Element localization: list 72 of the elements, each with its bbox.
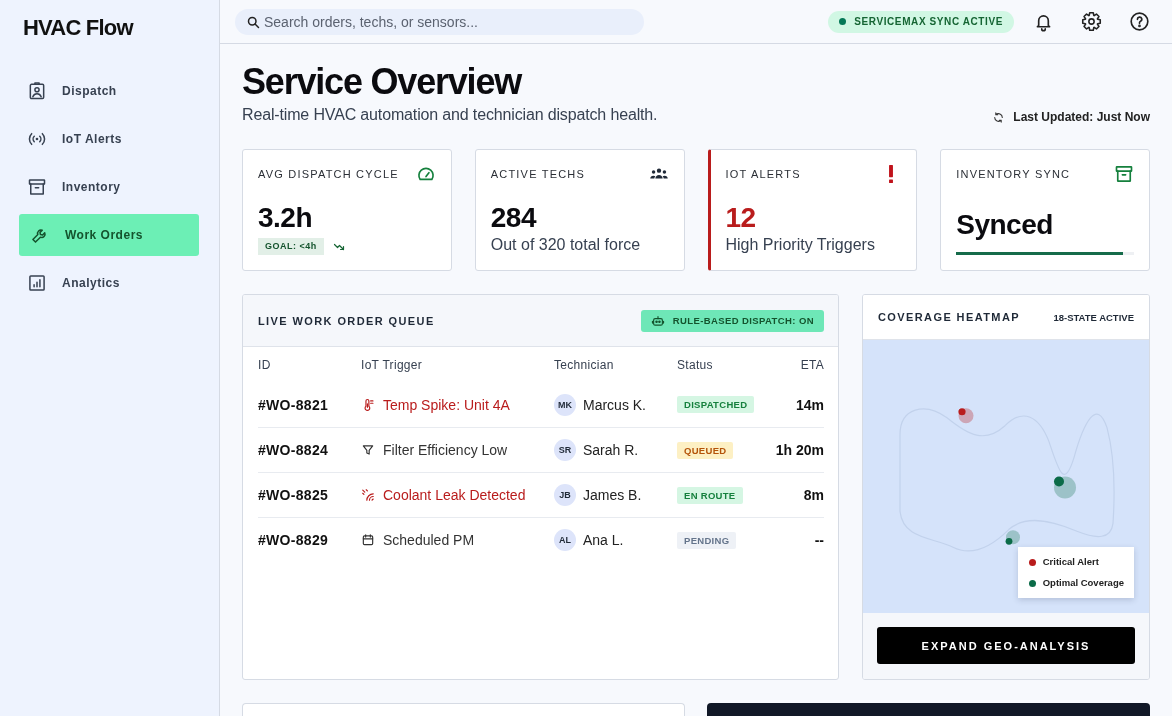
column-header: ETA	[799, 357, 824, 372]
table-cell-text: #WO-8821	[258, 396, 330, 413]
stat-value: Synced	[956, 208, 1053, 242]
legend-label: Optimal Coverage	[1042, 577, 1124, 589]
trigger-text: Filter Efficiency Low	[383, 442, 508, 458]
stat-value: 284	[490, 201, 536, 235]
table-cell-text: 8m	[802, 487, 824, 503]
table-cell-text: #WO-8825	[258, 487, 330, 503]
status-badge: PENDING	[677, 531, 737, 549]
section-title: LIVE WORK ORDER QUEUE	[258, 314, 435, 327]
stat-caption: Out of 320 total force	[490, 235, 641, 255]
expand-button[interactable]: EXPAND GEO-ANALYSIS	[877, 627, 1135, 664]
table-cell-text: #WO-8829	[258, 532, 330, 548]
stat-value: 3.2h	[258, 201, 313, 235]
technician-name: Sarah R.	[583, 442, 639, 458]
nav-item[interactable]: IoT Alerts	[19, 118, 199, 160]
funnel-icon	[361, 443, 375, 457]
refresh-icon	[992, 110, 1006, 124]
legend-label: Critical Alert	[1042, 556, 1099, 568]
archive-box-icon	[27, 177, 47, 197]
table-cell-text: #WO-8824	[258, 442, 330, 458]
trigger-text: Scheduled PM	[383, 532, 475, 548]
badge-text: RULE-BASED DISPATCH: ON	[672, 315, 814, 326]
table-cell-text: 1h 20m	[774, 442, 824, 458]
coverage-count-text: 18-STATE ACTIVE	[1053, 311, 1134, 323]
trigger-text: Coolant Leak Detected	[383, 487, 526, 503]
column-header: IoT Trigger	[361, 357, 424, 372]
page-subtitle: Real-time HVAC automation and technician dispatch health.	[242, 105, 658, 125]
search-field[interactable]: Search orders, techs, or sensors...	[235, 8, 644, 35]
page-title: Service Overview	[242, 62, 523, 102]
archive-box-icon	[1114, 164, 1134, 184]
status-badge: DISPATCHED	[677, 396, 755, 413]
search-icon	[246, 14, 261, 30]
status-dot-icon	[839, 18, 847, 25]
id-badge-icon	[27, 81, 47, 101]
nav-item[interactable]: Dispatch	[19, 70, 199, 112]
nav-item[interactable]: Analytics	[19, 262, 199, 304]
settings-icon	[1080, 11, 1102, 32]
stat-caption: High Priority Triggers	[725, 235, 875, 255]
status-badge: QUEUED	[677, 441, 734, 459]
status-badge: EN ROUTE	[677, 486, 743, 504]
trigger-text: Temp Spike: Unit 4A	[383, 396, 510, 413]
stat-label: ACTIVE TECHS	[490, 168, 586, 180]
technician-name: Ana L.	[583, 532, 624, 548]
last-updated-text: Last Updated: Just Now	[1013, 109, 1150, 125]
exclamation-icon	[889, 165, 894, 183]
column-header: Technician	[554, 357, 615, 372]
stat-label: INVENTORY SYNC	[956, 168, 1071, 180]
calendar-icon	[361, 533, 375, 547]
nav-item[interactable]: Work Orders	[19, 214, 199, 256]
column-header: Status	[677, 357, 714, 372]
section-title: COVERAGE HEATMAP	[878, 311, 1020, 323]
stat-value: 12	[725, 201, 756, 235]
table-cell-text: 14m	[794, 396, 824, 413]
column-header: ID	[258, 357, 272, 372]
sync-status-text: SERVICEMAX SYNC ACTIVE	[854, 16, 1003, 27]
help-icon	[1128, 11, 1150, 32]
avatar: JB	[554, 484, 576, 506]
bar-chart-icon	[27, 273, 47, 293]
stat-label: IOT ALERTS	[725, 168, 801, 180]
avatar: SR	[554, 439, 576, 461]
avatar: AL	[554, 529, 576, 551]
nav-item[interactable]: Inventory	[19, 166, 199, 208]
app-logo: HVAC Flow	[23, 15, 133, 41]
table-cell-text: --	[813, 532, 824, 548]
avatar: MK	[554, 393, 576, 416]
goal-badge: GOAL: <4h	[258, 238, 324, 255]
wavy-lines-icon	[361, 488, 375, 502]
technician-name: James B.	[583, 487, 642, 503]
stat-label: AVG DISPATCH CYCLE	[258, 168, 399, 180]
technician-name: Marcus K.	[583, 396, 646, 413]
robot-icon	[650, 313, 665, 328]
